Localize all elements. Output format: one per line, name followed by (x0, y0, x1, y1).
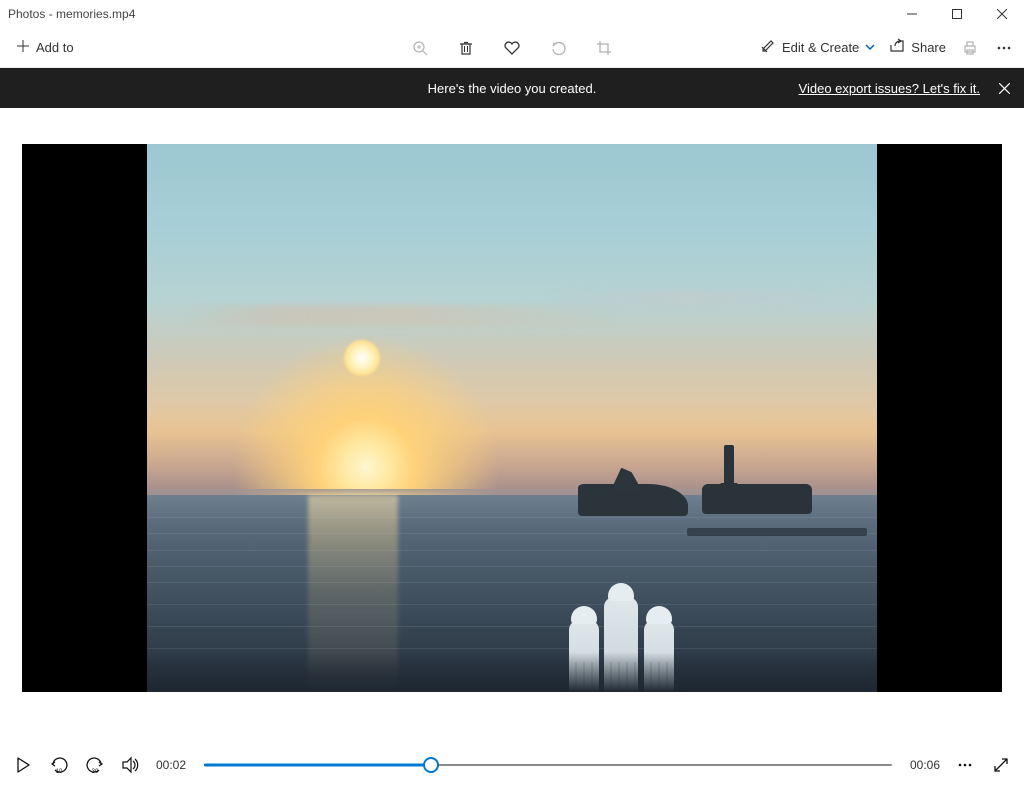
current-time: 00:02 (156, 758, 190, 772)
banner-close-button[interactable] (994, 78, 1014, 98)
chevron-down-icon (865, 40, 875, 55)
notification-banner: Here's the video you created. Video expo… (0, 68, 1024, 108)
close-window-button[interactable] (979, 0, 1024, 28)
share-label: Share (911, 40, 946, 55)
playback-more-button[interactable] (954, 754, 976, 776)
banner-help-link[interactable]: Video export issues? Let's fix it. (799, 81, 980, 96)
title-bar: Photos - memories.mp4 (0, 0, 1024, 28)
close-icon (997, 9, 1007, 19)
playback-bar: 10 30 00:02 00:06 (0, 740, 1024, 790)
more-icon (996, 40, 1012, 56)
print-button[interactable] (960, 38, 980, 58)
crop-button[interactable] (594, 38, 614, 58)
edit-create-label: Edit & Create (782, 40, 859, 55)
total-time: 00:06 (906, 758, 940, 772)
print-icon (962, 40, 978, 56)
minimize-icon (907, 9, 917, 19)
skip-back-button[interactable]: 10 (48, 754, 70, 776)
more-icon (957, 757, 973, 773)
crop-icon (596, 40, 612, 56)
fullscreen-icon (993, 757, 1009, 773)
minimize-button[interactable] (889, 0, 934, 28)
share-icon (889, 38, 905, 57)
fullscreen-button[interactable] (990, 754, 1012, 776)
video-viewport[interactable] (22, 144, 1002, 692)
more-button[interactable] (994, 38, 1014, 58)
rotate-icon (550, 40, 566, 56)
volume-button[interactable] (120, 754, 142, 776)
edit-icon (760, 38, 776, 57)
viewer-area (0, 108, 1024, 692)
add-to-button[interactable]: Add to (6, 30, 84, 66)
trash-icon (458, 40, 474, 56)
window-controls (889, 0, 1024, 28)
share-button[interactable]: Share (889, 38, 946, 57)
banner-message: Here's the video you created. (428, 81, 597, 96)
skip-forward-button[interactable]: 30 (84, 754, 106, 776)
add-to-label: Add to (36, 40, 74, 55)
close-icon (999, 83, 1010, 94)
favorite-button[interactable] (502, 38, 522, 58)
window-title: Photos - memories.mp4 (8, 7, 135, 21)
play-icon (16, 757, 30, 773)
progress-fill (204, 764, 431, 767)
heart-icon (503, 40, 521, 56)
play-button[interactable] (12, 754, 34, 776)
progress-bar[interactable] (204, 755, 892, 775)
zoom-icon (412, 40, 428, 56)
volume-icon (121, 756, 141, 774)
toolbar: Add to Edit & Create Share (0, 28, 1024, 68)
plus-icon (16, 39, 30, 56)
edit-create-button[interactable]: Edit & Create (760, 38, 875, 57)
rotate-button[interactable] (548, 38, 568, 58)
delete-button[interactable] (456, 38, 476, 58)
maximize-icon (952, 9, 962, 19)
video-frame (147, 144, 877, 692)
zoom-button[interactable] (410, 38, 430, 58)
progress-thumb[interactable] (423, 757, 439, 773)
maximize-button[interactable] (934, 0, 979, 28)
